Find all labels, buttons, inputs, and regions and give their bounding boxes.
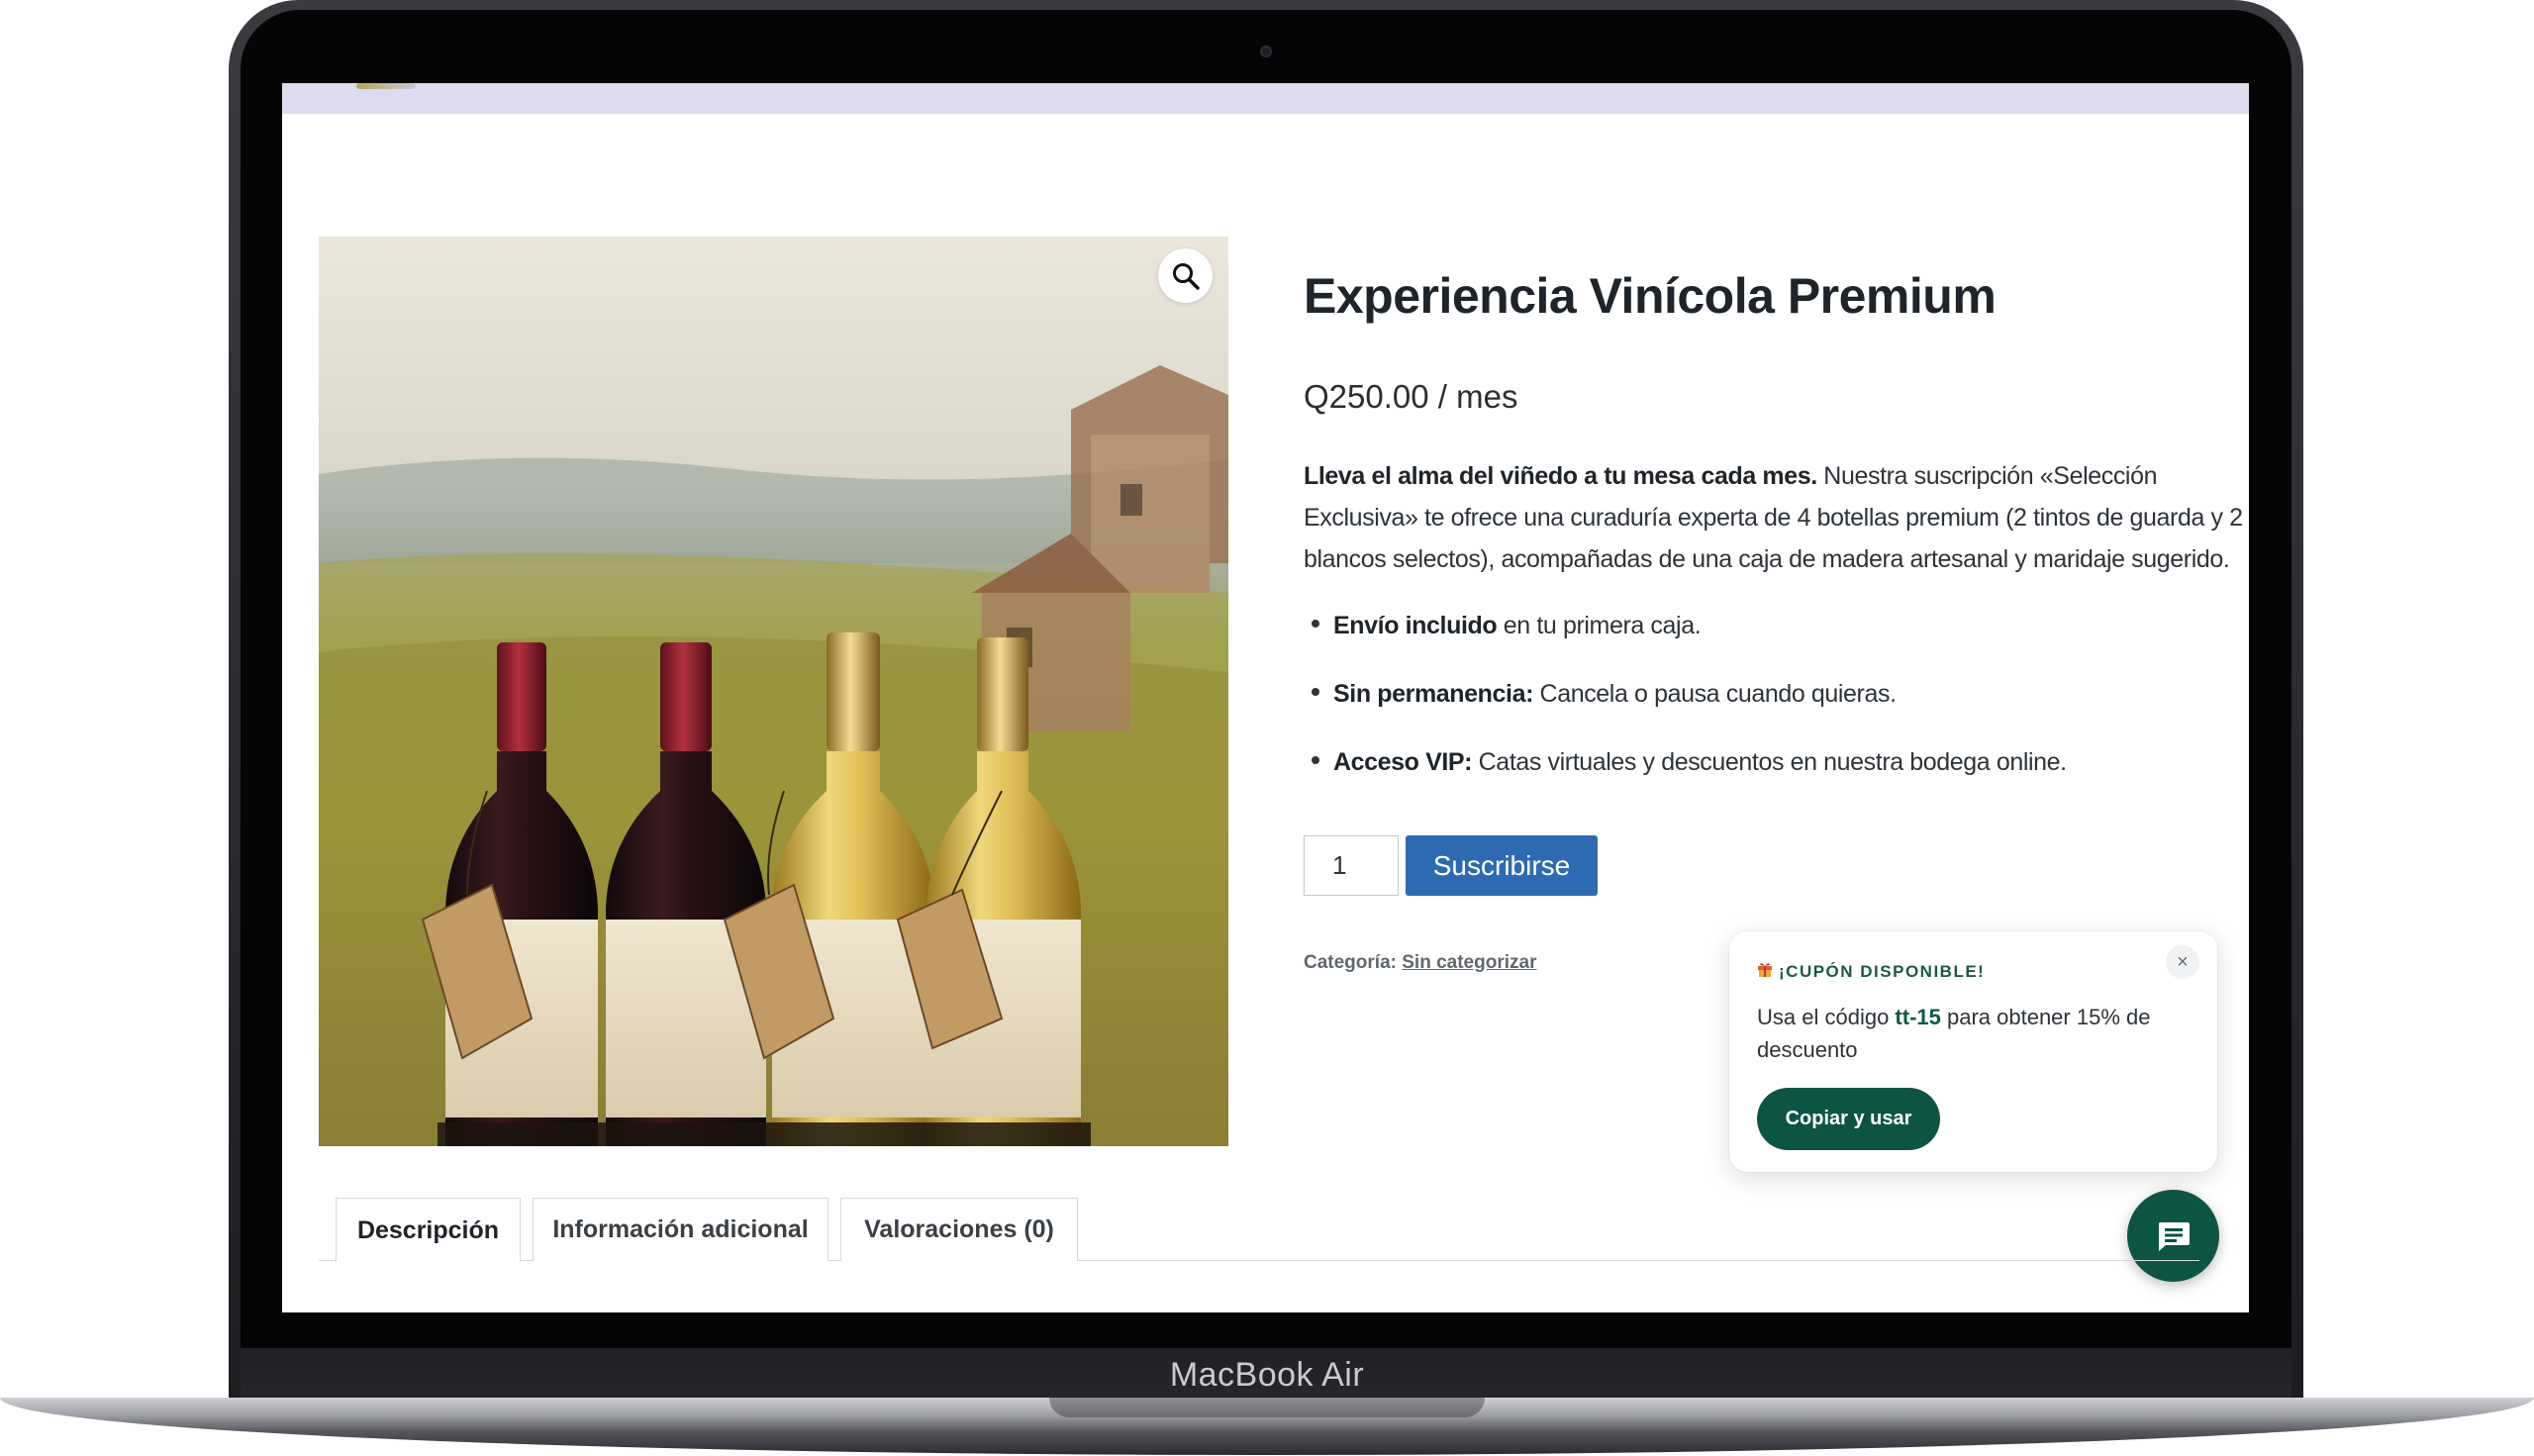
tab-reviews[interactable]: Valoraciones (0): [840, 1198, 1078, 1261]
coupon-code: tt-15: [1895, 1005, 1941, 1029]
bullet-icon: [1312, 688, 1319, 697]
feature-item: Sin permanencia: Cancela o pausa cuando …: [1312, 680, 1897, 709]
product-meta: Categoría: Sin categorizar: [1304, 952, 1536, 974]
device-brand-label: MacBook Air: [1169, 1356, 1365, 1394]
wine-bottles-illustration: [319, 237, 1228, 1146]
feature-title: Envío incluido: [1333, 612, 1498, 639]
zoom-button[interactable]: [1158, 248, 1213, 303]
product-price: Q250.00 / mes: [1304, 378, 1518, 415]
chat-button[interactable]: [2127, 1190, 2219, 1282]
coupon-text-before: Usa el código: [1757, 1005, 1896, 1029]
feature-title: Sin permanencia:: [1333, 680, 1533, 708]
feature-item: Acceso VIP: Catas virtuales y descuentos…: [1312, 748, 2067, 777]
category-label: Categoría:: [1304, 952, 1397, 973]
close-icon[interactable]: ×: [2166, 945, 2199, 979]
feature-text: en tu primera caja.: [1497, 612, 1702, 639]
tab-additional-info[interactable]: Información adicional: [533, 1198, 828, 1261]
product-image[interactable]: [319, 237, 1228, 1146]
bullet-icon: [1312, 756, 1319, 765]
product-title: Experiencia Vinícola Premium: [1304, 268, 1997, 324]
browser-screen: Experiencia Vinícola Premium Q250.00 / m…: [282, 83, 2249, 1312]
feature-text: Cancela o pausa cuando quieras.: [1533, 680, 1898, 708]
coupon-popup: × ¡CUPÓN DISPONIBLE! Usa el código tt-15…: [1729, 931, 2217, 1172]
feature-item: Envío incluido en tu primera caja.: [1312, 612, 1702, 640]
laptop-notch: [1049, 1398, 1485, 1417]
chat-icon: [2158, 1221, 2190, 1251]
subscribe-button[interactable]: Suscribirse: [1406, 835, 1598, 896]
gift-icon: [1757, 961, 1773, 982]
description-lead: Lleva el alma del viñedo a tu mesa cada …: [1304, 462, 1817, 490]
site-logo[interactable]: [356, 83, 416, 89]
camera-dot: [1260, 46, 1272, 57]
category-link[interactable]: Sin categorizar: [1402, 952, 1536, 973]
coupon-heading: ¡CUPÓN DISPONIBLE!: [1757, 961, 1985, 982]
tab-description[interactable]: Descripción: [336, 1198, 521, 1262]
search-icon: [1172, 262, 1200, 290]
coupon-message: Usa el código tt-15 para obtener 15% de …: [1757, 1001, 2193, 1066]
quantity-input[interactable]: [1304, 835, 1399, 896]
feature-text: Catas virtuales y descuentos en nuestra …: [1472, 748, 2067, 776]
coupon-heading-text: ¡CUPÓN DISPONIBLE!: [1779, 962, 1986, 981]
copy-coupon-button[interactable]: Copiar y usar: [1757, 1088, 1940, 1150]
site-header-bar: [282, 83, 2249, 114]
product-description: Lleva el alma del viñedo a tu mesa cada …: [1304, 455, 2244, 580]
bullet-icon: [1312, 620, 1319, 629]
feature-title: Acceso VIP:: [1333, 748, 1473, 776]
